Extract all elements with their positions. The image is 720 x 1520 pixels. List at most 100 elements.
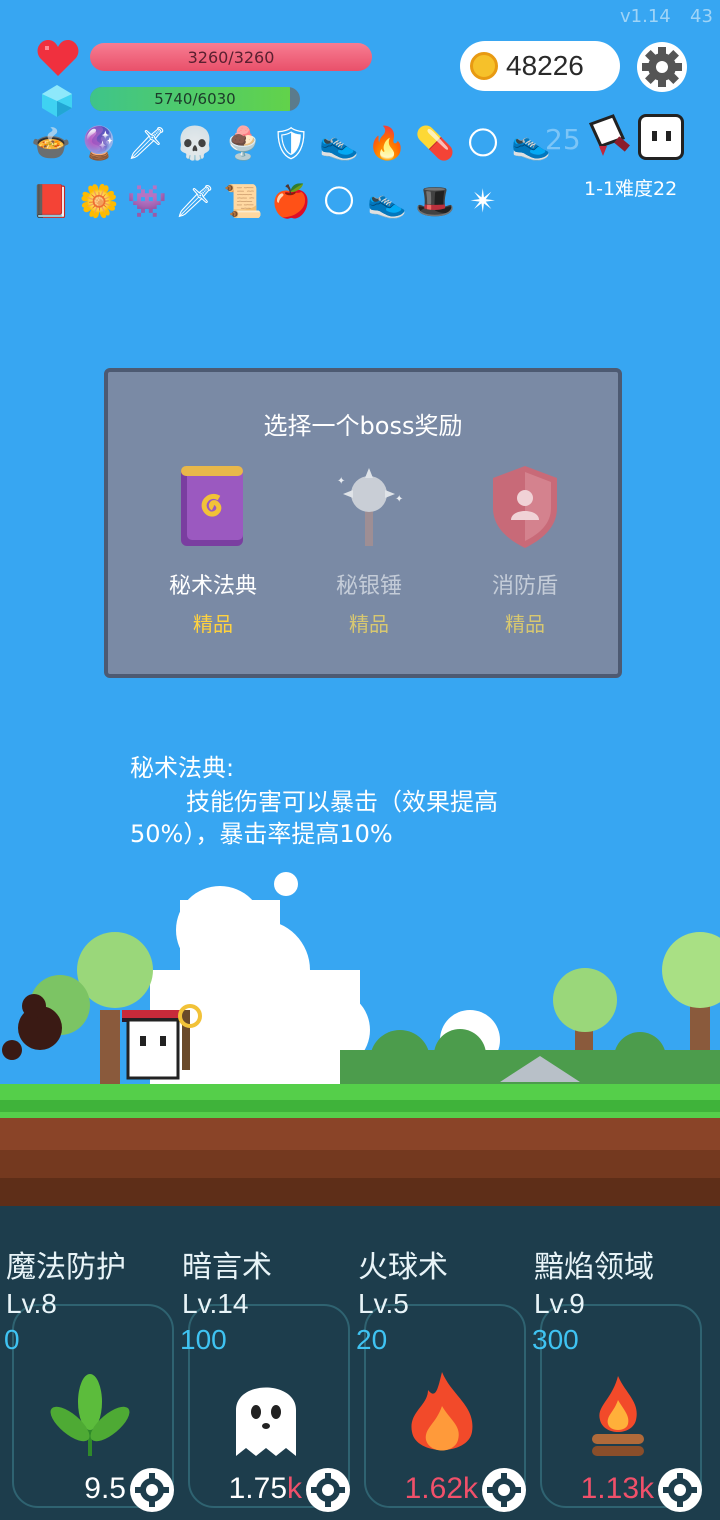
- skill-level: Lv.8: [6, 1288, 57, 1319]
- settings-button[interactable]: [637, 42, 687, 92]
- skill-value-unit: k: [287, 1472, 302, 1505]
- stage-label: 1-1难度22: [584, 178, 678, 200]
- skill-name: 黯焰领域: [534, 1250, 654, 1285]
- goblin-icon[interactable]: 👾: [126, 180, 168, 222]
- gear-icon: [642, 47, 682, 87]
- coin-value: 48226: [506, 50, 584, 81]
- skill-cost: 100: [180, 1324, 227, 1355]
- campfire-icon: [568, 1366, 668, 1466]
- heart-icon: [37, 40, 79, 76]
- leaf-icon: [40, 1366, 140, 1466]
- gear-icon: [135, 1473, 169, 1507]
- ghost-icon: [216, 1366, 316, 1466]
- shield-icon[interactable]: 🛡: [270, 122, 312, 164]
- sneaker-icon[interactable]: 👟: [366, 180, 408, 222]
- skill-card-0[interactable]: 魔法防护 Lv.8 0 9.5: [0, 1206, 176, 1520]
- mp-bar: 5740/6030: [90, 87, 300, 111]
- sun-orb-icon[interactable]: 🌕: [318, 180, 360, 222]
- skill-upgrade-button[interactable]: [482, 1468, 526, 1512]
- item-row-2: 📕 🌼 👾 🗡 📜 🍎 🌕 👟 🎩 ✴: [30, 180, 504, 222]
- fps-label: 43: [690, 6, 713, 27]
- coin-counter[interactable]: 48226: [460, 41, 620, 91]
- hp-text: 3260/3260: [187, 47, 275, 67]
- item-row-1: 🍲 🔮 🗡 💀 🍨 🛡 👟 🔥 💊 🌕 👟: [30, 122, 552, 164]
- fire-icon[interactable]: 🔥: [366, 122, 408, 164]
- skill-value-number: 1.13: [580, 1472, 639, 1505]
- skill-level: Lv.5: [358, 1288, 409, 1319]
- mace-icon: ✦ ✦: [337, 468, 403, 546]
- boss-cleaver-icon[interactable]: [585, 112, 635, 162]
- skill-cost: 0: [4, 1324, 20, 1355]
- skill-value-number: 9.5: [84, 1472, 126, 1505]
- crystal-ball-icon[interactable]: 🔮: [78, 122, 120, 164]
- pet-icon[interactable]: [638, 114, 684, 160]
- skill-name: 暗言术: [182, 1250, 272, 1285]
- skill-value: 1.62k: [352, 1472, 478, 1506]
- coin-icon: [470, 52, 498, 80]
- spiked-ball-icon[interactable]: ✴: [462, 180, 504, 222]
- reward-name: 秘银锤: [335, 574, 402, 599]
- mana-crystal-icon: [42, 85, 72, 117]
- sword-icon[interactable]: 🗡: [174, 180, 216, 222]
- apple-icon[interactable]: 🍎: [270, 180, 312, 222]
- skill-card-2[interactable]: 火球术 Lv.5 20 1.62k: [352, 1206, 528, 1520]
- skill-name: 魔法防护: [6, 1250, 126, 1285]
- gear-icon: [311, 1473, 345, 1507]
- skill-level: Lv.14: [182, 1288, 249, 1319]
- mp-text: 5740/6030: [154, 90, 236, 108]
- skill-value-unit: k: [463, 1472, 478, 1505]
- skill-cost: 20: [356, 1324, 388, 1355]
- panel-title: 选择一个boss奖励: [263, 412, 463, 440]
- description-line-2: 50%），暴击率提高10%: [130, 820, 393, 848]
- sneaker-icon[interactable]: 👟: [318, 122, 360, 164]
- skill-card-3[interactable]: 黯焰领域 Lv.9 300 1.13k: [528, 1206, 704, 1520]
- skill-card-1[interactable]: 暗言术 Lv.14 100 1.75k: [176, 1206, 352, 1520]
- boss-reward-panel: 选择一个boss奖励 秘术法典 精品 ✦ ✦ 秘银锤 精品 消防盾 精品: [104, 368, 622, 678]
- ice-cream-icon[interactable]: 🍨: [222, 122, 264, 164]
- skill-value: 9.5: [0, 1472, 126, 1506]
- scroll-icon[interactable]: 📜: [222, 180, 264, 222]
- skill-value-number: 1.62: [404, 1472, 463, 1505]
- ghost-counter: 25: [545, 123, 581, 156]
- reward-quality: 精品: [505, 612, 545, 636]
- spell-book-icon[interactable]: 📕: [30, 180, 72, 222]
- gear-icon: [487, 1473, 521, 1507]
- reward-option-mace[interactable]: ✦ ✦ 秘银锤 精品: [294, 462, 444, 637]
- reward-option-fire-shield[interactable]: 消防盾 精品: [450, 462, 600, 637]
- skill-name: 火球术: [358, 1250, 448, 1285]
- flower-icon[interactable]: 🌼: [78, 180, 120, 222]
- version-label: v1.14: [620, 6, 671, 27]
- pill-icon[interactable]: 💊: [414, 122, 456, 164]
- skull-book-icon[interactable]: 💀: [174, 122, 216, 164]
- skill-level: Lv.9: [534, 1288, 585, 1319]
- description-line-1: 技能伤害可以暴击（效果提高: [186, 788, 498, 816]
- fire-shield-icon: [493, 466, 557, 548]
- sword-icon[interactable]: 🗡: [126, 122, 168, 164]
- game-scene: [0, 872, 720, 1206]
- spell-book-icon: [181, 466, 243, 546]
- skill-upgrade-button[interactable]: [306, 1468, 350, 1512]
- svg-text:✦: ✦: [337, 476, 345, 487]
- description-title: 秘术法典:: [130, 754, 235, 782]
- reward-quality: 精品: [193, 612, 233, 636]
- skill-bar: 魔法防护 Lv.8 0 9.5 暗言术 Lv.14 100 1.75k 火球术 Lv.5 20 1.6…: [0, 1206, 720, 1520]
- reward-name: 消防盾: [491, 574, 558, 599]
- reward-quality: 精品: [349, 612, 389, 636]
- skill-value: 1.75k: [176, 1472, 302, 1506]
- wizard-hat-icon[interactable]: 🎩: [414, 180, 456, 222]
- svg-text:✦: ✦: [395, 494, 403, 505]
- skill-cost: 300: [532, 1324, 579, 1355]
- fireball-icon: [392, 1366, 492, 1466]
- skill-value-number: 1.75: [228, 1472, 287, 1505]
- cauldron-icon[interactable]: 🍲: [30, 122, 72, 164]
- reward-option-spell-book[interactable]: 秘术法典 精品: [138, 462, 288, 637]
- gear-icon: [663, 1473, 697, 1507]
- hp-bar: 3260/3260: [90, 43, 372, 71]
- skill-upgrade-button[interactable]: [130, 1468, 174, 1512]
- skill-upgrade-button[interactable]: [658, 1468, 702, 1512]
- sun-orb-icon[interactable]: 🌕: [462, 122, 504, 164]
- skill-value: 1.13k: [528, 1472, 654, 1506]
- skill-value-unit: k: [639, 1472, 654, 1505]
- hero-sprite: [122, 1004, 202, 1080]
- reward-name: 秘术法典: [168, 574, 257, 599]
